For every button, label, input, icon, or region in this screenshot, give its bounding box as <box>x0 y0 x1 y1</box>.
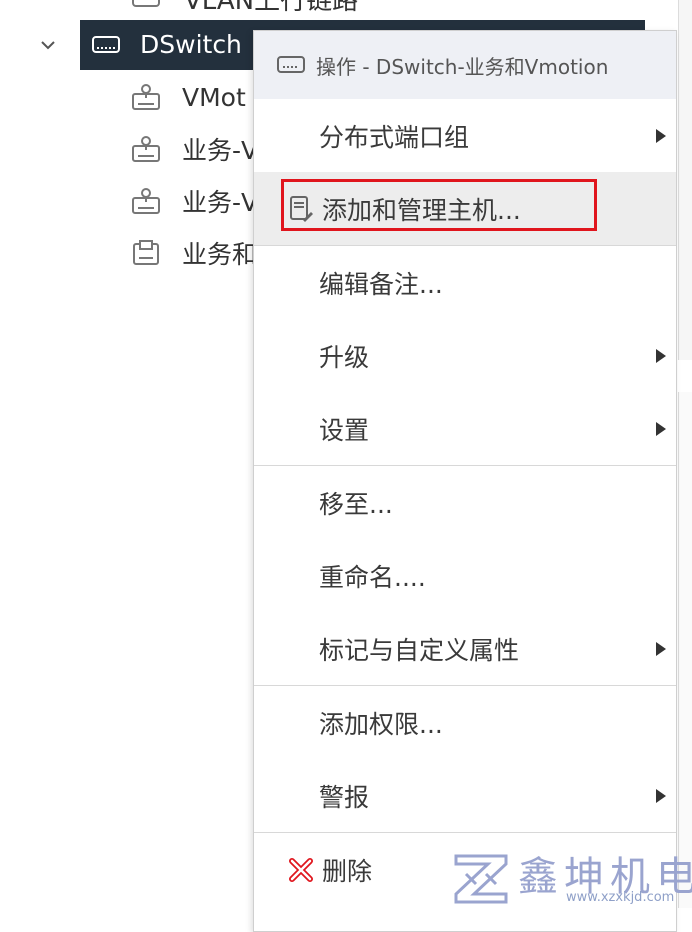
menu-item-label: 标记与自定义属性 <box>319 635 520 665</box>
submenu-arrow-icon <box>656 788 666 803</box>
menu-item-label: 警报 <box>319 782 370 812</box>
menu-item-rename[interactable]: 重命名.... <box>254 539 676 612</box>
menu-item-label: 添加权限... <box>319 709 443 739</box>
context-menu: 操作 - DSwitch-业务和Vmotion 分布式端口组 添加和管理主机..… <box>253 30 677 932</box>
menu-item-settings[interactable]: 设置 <box>254 392 676 465</box>
menu-header: 操作 - DSwitch-业务和Vmotion <box>254 31 676 99</box>
distributed-switch-icon <box>92 36 120 53</box>
submenu-arrow-icon <box>656 128 666 143</box>
tree-item-label: VMot <box>182 82 246 112</box>
tree-item-uplink[interactable]: 业务和 <box>130 233 257 273</box>
tree-item-label: VLAN上行链路 <box>184 0 359 16</box>
menu-item-label: 移至... <box>319 489 393 519</box>
uplink-icon <box>133 240 159 265</box>
menu-item-add-permission[interactable]: 添加权限... <box>254 686 676 759</box>
tree-item-portgroup[interactable]: 业务-V <box>130 181 258 221</box>
menu-item-label: 设置 <box>319 415 370 445</box>
menu-item-upgrade[interactable]: 升级 <box>254 319 676 392</box>
tree-item-label: 业务-V <box>182 188 259 217</box>
right-panel-edge <box>678 0 692 360</box>
annotation-highlight-box <box>281 179 597 231</box>
tree-item-portgroup[interactable]: VMot <box>130 77 246 117</box>
menu-item-edit-notes[interactable]: 编辑备注... <box>254 246 676 319</box>
menu-item-label: 升级 <box>319 342 370 372</box>
submenu-arrow-icon <box>656 421 666 436</box>
menu-item-label: 删除 <box>322 856 373 886</box>
submenu-arrow-icon <box>656 348 666 363</box>
watermark: 鑫坤机电 www.xzxkjd.com <box>448 844 692 908</box>
delete-icon <box>289 857 313 882</box>
portgroup-icon <box>132 136 160 162</box>
tree-item-portgroup[interactable]: 业务-V <box>130 129 258 169</box>
right-panel-edge <box>678 392 692 908</box>
menu-item-label: 重命名.... <box>319 562 426 592</box>
menu-item-distributed-portgroup[interactable]: 分布式端口组 <box>254 99 676 172</box>
menu-item-label: 分布式端口组 <box>319 122 470 152</box>
tree-item-label: 业务和 <box>182 240 258 269</box>
portgroup-icon <box>132 188 160 214</box>
menu-item-tags-custom-attributes[interactable]: 标记与自定义属性 <box>254 612 676 685</box>
menu-item-label: 编辑备注... <box>319 269 443 299</box>
selected-switch-label: DSwitch <box>140 30 242 59</box>
menu-item-alarms[interactable]: 警报 <box>254 759 676 832</box>
watermark-logo-icon <box>454 854 508 904</box>
portgroup-icon <box>132 84 160 110</box>
chevron-down-icon[interactable] <box>39 36 57 54</box>
menu-item-move-to[interactable]: 移至... <box>254 466 676 539</box>
tree-item-uplink[interactable]: VLAN上行链路 <box>130 0 358 16</box>
submenu-arrow-icon <box>656 641 666 656</box>
tree-item-label: 业务-V <box>182 136 259 165</box>
uplink-icon <box>132 0 160 7</box>
menu-header-title: 操作 - DSwitch-业务和Vmotion <box>316 54 609 79</box>
distributed-switch-icon <box>277 56 305 73</box>
watermark-url: www.xzxkjd.com <box>566 890 675 905</box>
